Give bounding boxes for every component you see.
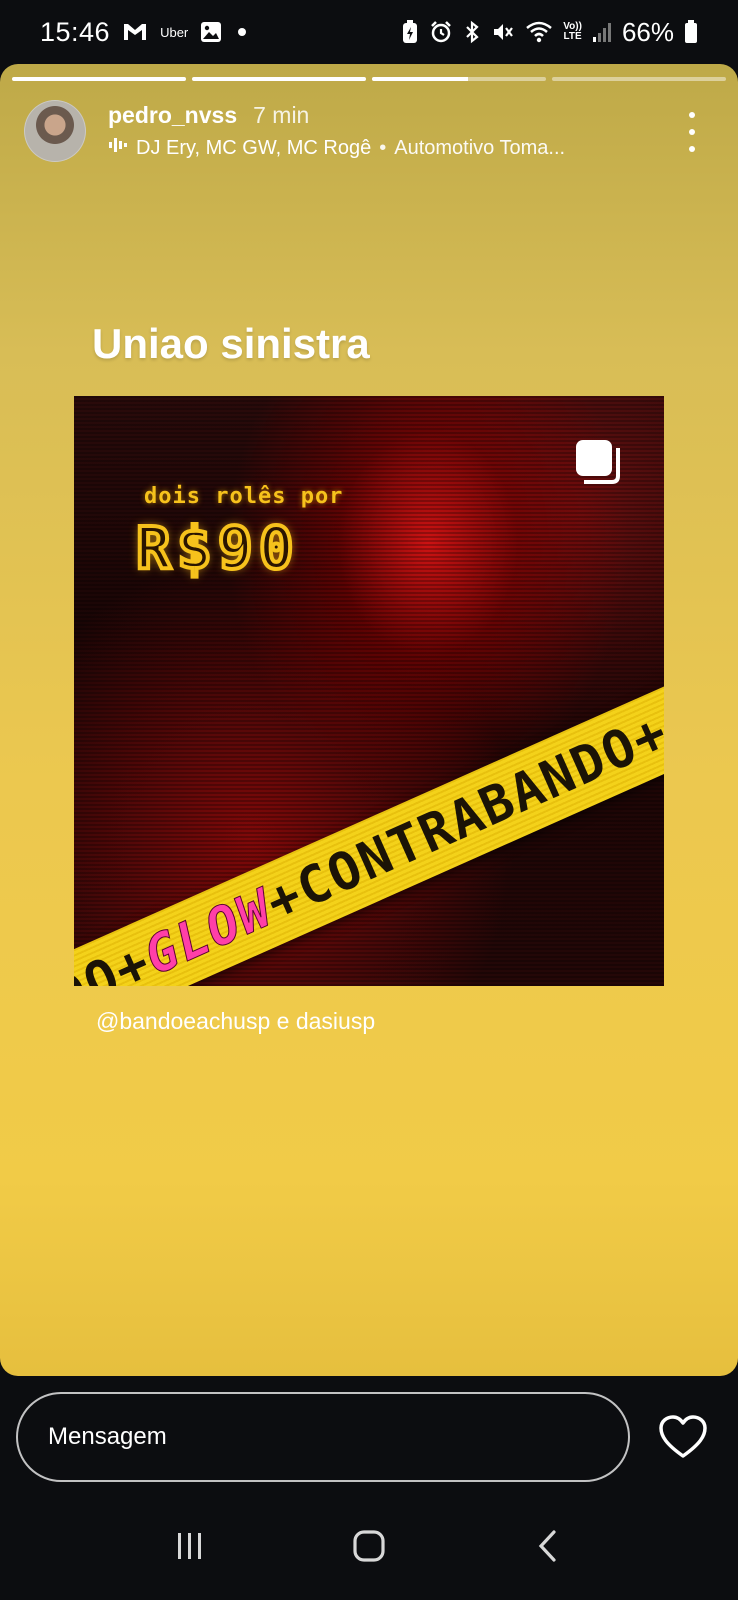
screen: 15:46 Uber Vo)) LTE 66% pedro_nvss 7 min… [0,0,738,1600]
post-subtitle: dois rolês por [144,484,344,509]
music-artists: DJ Ery, MC GW, MC Rogê [136,136,372,159]
uber-icon: Uber [160,24,189,40]
story-header: pedro_nvss 7 min DJ Ery, MC GW, MC Rogê … [24,100,714,164]
user-line: pedro_nvss 7 min [108,102,309,129]
username[interactable]: pedro_nvss [108,102,237,129]
alarm-icon [429,20,453,44]
caption-title: Uniao sinistra [92,320,370,367]
status-right: Vo)) LTE 66% [401,17,698,48]
story-progress [12,77,726,81]
music-attribution[interactable]: DJ Ery, MC GW, MC Rogê • Automotivo Toma… [108,136,668,160]
progress-segment [552,77,726,81]
status-left: 15:46 Uber [40,16,247,48]
home-icon[interactable] [339,1516,399,1576]
caution-tape: DO+GLOW+CONTRABANDO+GL [74,642,664,986]
bluetooth-icon [463,20,481,44]
music-bars-icon [108,136,128,160]
time-ago: 7 min [253,102,310,128]
back-icon[interactable] [518,1516,578,1576]
tape-text-after: +CONTRABANDO+ [257,702,664,934]
progress-fill [192,77,366,81]
status-time: 15:46 [40,16,111,47]
progress-segment [372,77,546,81]
battery-icon [684,20,698,44]
message-input[interactable]: Mensagem [16,1392,630,1482]
mention-text[interactable]: @bandoeachusp e dasiusp [96,1008,375,1035]
message-placeholder: Mensagem [48,1423,167,1450]
wifi-icon [525,20,553,44]
status-bar: 15:46 Uber Vo)) LTE 66% [0,0,738,64]
tape-text: DO+GLOW+CONTRABANDO+GL [74,675,664,986]
more-options-icon[interactable] [682,112,702,152]
progress-fill [372,77,468,81]
progress-segment [192,77,366,81]
progress-segment [12,77,186,81]
progress-fill [12,77,186,81]
reply-composer: Mensagem [0,1376,738,1492]
music-track: Automotivo Toma... [394,136,566,159]
recent-apps-icon[interactable] [160,1516,220,1576]
tape-glow: GLOW [135,878,283,986]
volte-bottom: LTE [563,31,582,42]
music-separator: • [379,136,387,159]
battery-percent: 66% [621,16,674,47]
heart-icon[interactable] [658,1414,708,1462]
carousel-icon [572,436,624,488]
gallery-icon [200,21,222,43]
battery-saver-icon [401,20,419,44]
avatar[interactable] [24,100,86,162]
shared-post[interactable]: dois rolês por R$90 DO+GLOW+CONTRABANDO+… [74,396,664,986]
notification-dot-icon [238,28,247,36]
post-price: R$90 [134,512,300,584]
system-nav-bar [0,1492,738,1600]
volte-icon: Vo)) LTE [563,22,582,42]
mute-icon [491,20,515,44]
story-viewer[interactable]: pedro_nvss 7 min DJ Ery, MC GW, MC Rogê … [0,64,738,1376]
signal-icon [592,21,612,43]
gmail-icon [122,22,148,42]
